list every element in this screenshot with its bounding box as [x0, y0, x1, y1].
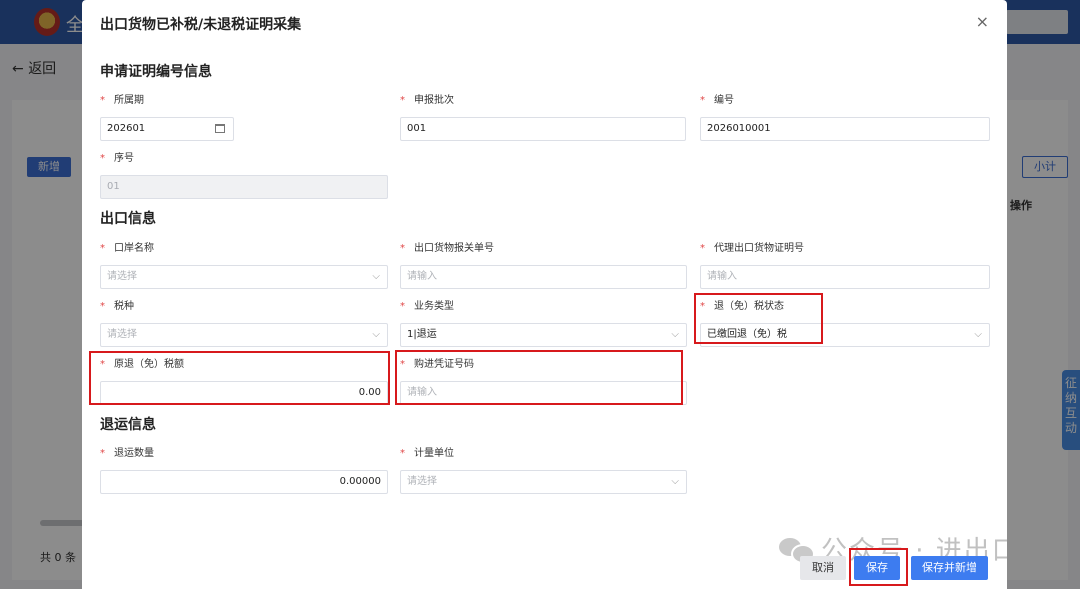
customs-no-input[interactable]: 请输入: [400, 265, 687, 289]
customs-no-placeholder: 请输入: [407, 271, 437, 282]
unit-select[interactable]: 请选择 ⌵: [400, 470, 687, 494]
tax-type-select[interactable]: 请选择 ⌵: [100, 323, 388, 347]
return-qty-value: 0.00000: [339, 476, 381, 487]
customs-no-label: 出口货物报关单号: [414, 243, 494, 254]
seq-value: 01: [107, 181, 120, 192]
unit-placeholder: 请选择: [407, 476, 437, 487]
section-cert-info: 申请证明编号信息: [100, 64, 212, 80]
field-period: * 所属期 202601: [100, 94, 234, 141]
return-qty-label: 退运数量: [114, 448, 154, 459]
chevron-down-icon: ⌵: [372, 329, 380, 340]
biz-type-select[interactable]: 1|退运 ⌵: [400, 323, 687, 347]
calendar-icon[interactable]: [215, 124, 225, 133]
batch-label: 申报批次: [414, 95, 454, 106]
period-label: 所属期: [114, 95, 144, 106]
close-icon[interactable]: ×: [976, 12, 989, 31]
highlight-refund-status: [694, 293, 823, 344]
highlight-orig-refund: [89, 351, 390, 405]
number-value: 2026010001: [707, 123, 771, 134]
port-placeholder: 请选择: [107, 271, 137, 282]
biz-type-value: 1|退运: [407, 329, 437, 340]
chevron-down-icon: ⌵: [671, 476, 679, 487]
seq-label: 序号: [114, 153, 134, 164]
agent-cert-input[interactable]: 请输入: [700, 265, 990, 289]
field-biz-type: * 业务类型 1|退运 ⌵: [400, 300, 687, 347]
batch-input[interactable]: 001: [400, 117, 686, 141]
field-port: * 口岸名称 请选择 ⌵: [100, 242, 388, 289]
number-input[interactable]: 2026010001: [700, 117, 990, 141]
field-customs-no: * 出口货物报关单号 请输入: [400, 242, 687, 289]
field-unit: * 计量单位 请选择 ⌵: [400, 447, 687, 494]
field-batch: * 申报批次 001: [400, 94, 686, 141]
highlight-invoice-no: [395, 350, 683, 405]
field-agent-cert: * 代理出口货物证明号 请输入: [700, 242, 990, 289]
period-input[interactable]: 202601: [100, 117, 234, 141]
biz-type-label: 业务类型: [414, 301, 454, 312]
seq-input: 01: [100, 175, 388, 199]
port-select[interactable]: 请选择 ⌵: [100, 265, 388, 289]
chevron-down-icon: ⌵: [671, 329, 679, 340]
tax-type-label: 税种: [114, 301, 134, 312]
chevron-down-icon: ⌵: [974, 329, 982, 340]
tax-type-placeholder: 请选择: [107, 329, 137, 340]
batch-value: 001: [407, 123, 427, 134]
field-seq: * 序号 01: [100, 152, 388, 199]
agent-cert-placeholder: 请输入: [707, 271, 737, 282]
collect-dialog: 出口货物已补税/未退税证明采集 × 申请证明编号信息 * 所属期 202601 *…: [82, 0, 1007, 589]
unit-label: 计量单位: [414, 448, 454, 459]
cancel-button[interactable]: 取消: [800, 556, 846, 580]
save-and-new-button[interactable]: 保存并新增: [911, 556, 988, 580]
field-tax-type: * 税种 请选择 ⌵: [100, 300, 388, 347]
number-label: 编号: [714, 95, 734, 106]
period-value: 202601: [107, 123, 146, 134]
return-qty-input[interactable]: 0.00000: [100, 470, 388, 494]
field-number: * 编号 2026010001: [700, 94, 990, 141]
highlight-save: [849, 548, 908, 586]
dialog-title: 出口货物已补税/未退税证明采集: [100, 17, 302, 33]
chevron-down-icon: ⌵: [372, 271, 380, 282]
section-return-info: 退运信息: [100, 417, 156, 433]
port-label: 口岸名称: [114, 243, 154, 254]
field-return-qty: * 退运数量 0.00000: [100, 447, 388, 494]
agent-cert-label: 代理出口货物证明号: [714, 243, 804, 254]
section-export-info: 出口信息: [100, 211, 156, 227]
